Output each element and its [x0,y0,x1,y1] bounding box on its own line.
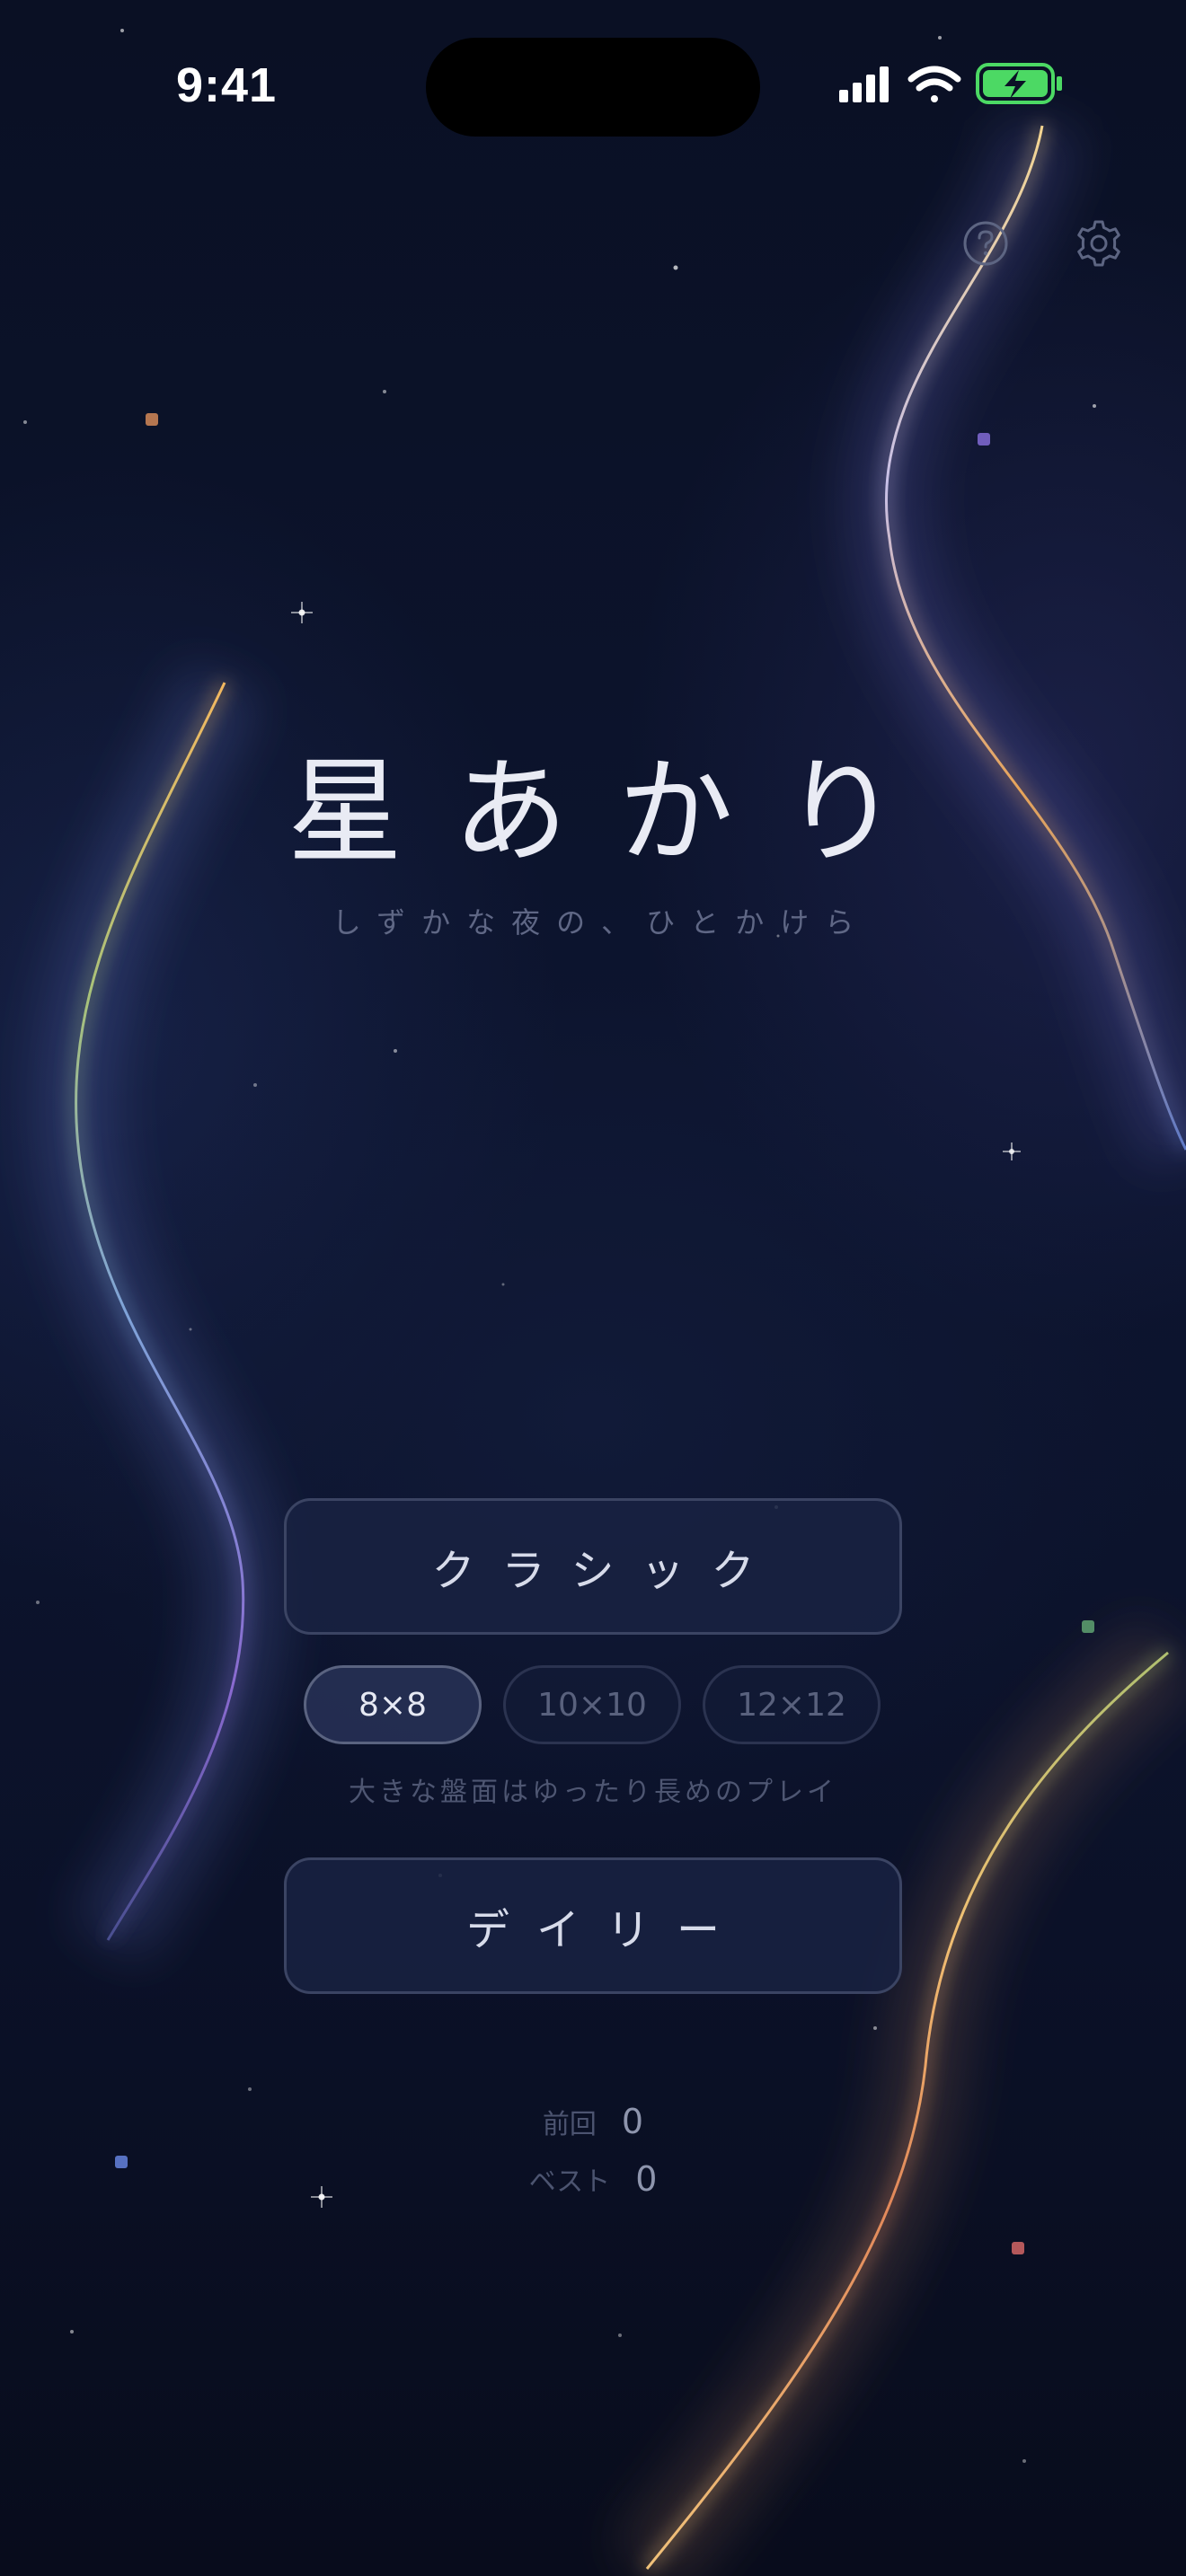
cellular-signal-icon [839,66,889,102]
app-title: 星あかり [287,745,949,879]
help-circle-icon [963,221,1008,266]
home-screen: 9:41 星あかり しずかな夜の、ひとかけら クラシック 8×8 10×10 1… [0,0,1186,2576]
board-size-12x12-button[interactable]: 12×12 [703,1665,881,1744]
battery-icon [976,63,1062,104]
status-time: 9:41 [176,58,278,112]
best-score-row: ベスト 0 [0,2159,1186,2199]
help-button[interactable] [958,216,1013,271]
best-score-label: ベスト [528,2166,611,2198]
wifi-icon [907,66,961,102]
last-score-label: 前回 [542,2109,597,2140]
dynamic-island [426,38,760,137]
gear-icon [1077,220,1120,267]
daily-mode-button[interactable]: デイリー [284,1857,902,1994]
board-size-8x8-button[interactable]: 8×8 [304,1665,482,1744]
app-subtitle: しずかな夜の、ひとかけら [332,905,871,940]
status-icons [839,63,1062,104]
last-score-row: 前回 0 [0,2102,1186,2141]
board-size-hint: 大きな盤面はゆったり長めのプレイ [349,1777,837,1808]
settings-button[interactable] [1071,216,1127,271]
classic-mode-button[interactable]: クラシック [284,1498,902,1635]
best-score-value: 0 [635,2159,658,2199]
last-score-value: 0 [621,2102,644,2141]
board-size-10x10-button[interactable]: 10×10 [503,1665,681,1744]
